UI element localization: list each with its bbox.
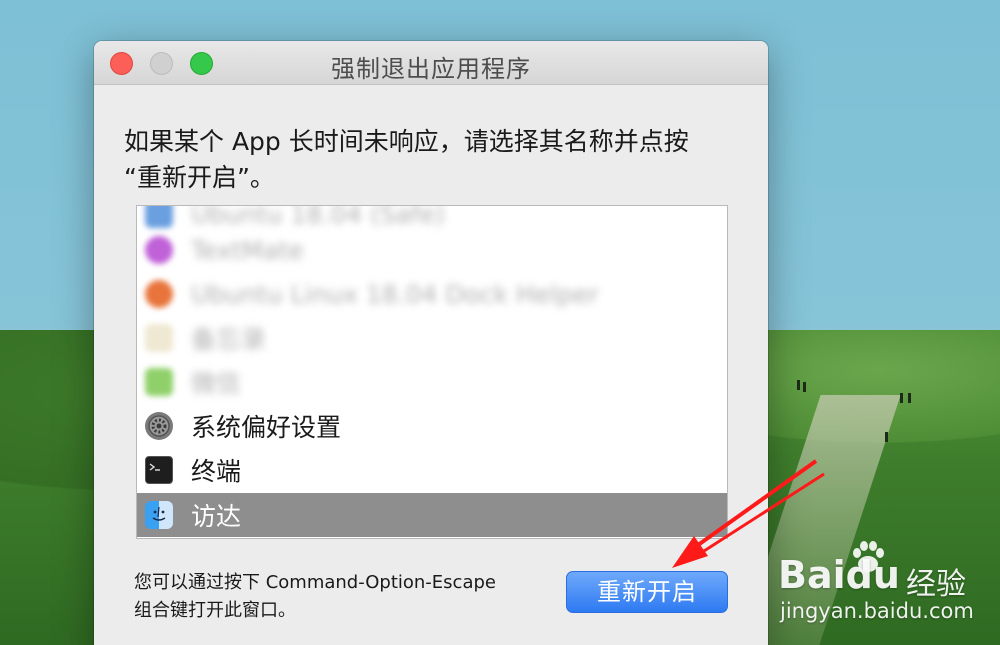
app-list-item-terminal[interactable]: 终端	[137, 448, 727, 492]
shortcut-hint-line-1: 您可以通过按下 Command-Option-Escape	[134, 572, 496, 593]
app-list-item-system-preferences[interactable]: 系统偏好设置	[137, 404, 727, 448]
app-list-item[interactable]: Ubuntu Linux 18.04 Dock Helper	[137, 272, 727, 316]
wallpaper-hiker	[900, 393, 903, 403]
wechat-icon	[145, 368, 173, 396]
app-list[interactable]: Ubuntu 18.04 (Safe) TextMate Ubuntu Linu…	[136, 205, 728, 539]
instruction-line-2: “重新开启”。	[124, 163, 275, 192]
watermark-brand: Baidu	[778, 553, 900, 597]
relaunch-button[interactable]: 重新开启	[566, 571, 728, 613]
terminal-icon	[145, 456, 173, 484]
title-bar[interactable]: 强制退出应用程序	[94, 41, 768, 85]
shortcut-hint: 您可以通过按下 Command-Option-Escape 组合键打开此窗口。	[134, 569, 496, 625]
app-list-item[interactable]: TextMate	[137, 228, 727, 272]
instruction-text: 如果某个 App 长时间未响应，请选择其名称并点按 “重新开启”。	[124, 124, 744, 196]
wallpaper-hiker	[797, 380, 800, 390]
window-title: 强制退出应用程序	[331, 55, 531, 83]
notes-icon	[145, 324, 173, 352]
instruction-line-1: 如果某个 App 长时间未响应，请选择其名称并点按	[124, 127, 689, 156]
app-list-item[interactable]: 微信	[137, 360, 727, 404]
app-icon-blue	[145, 206, 173, 228]
watermark-subtitle: 经验	[906, 567, 966, 602]
app-list-item-finder[interactable]: 访达	[137, 493, 727, 537]
force-quit-window: 强制退出应用程序 如果某个 App 长时间未响应，请选择其名称并点按 “重新开启…	[94, 41, 768, 645]
app-list-item[interactable]: 备忘录	[137, 316, 727, 360]
wallpaper-hiker	[885, 432, 888, 442]
gear-icon	[145, 412, 173, 440]
finder-icon	[145, 501, 173, 529]
app-icon-purple	[145, 236, 173, 264]
wallpaper-hiker	[908, 393, 911, 403]
baidu-jingyan-watermark: Baidu 经验 jingyan.baidu.com	[778, 535, 993, 625]
shortcut-hint-line-2: 组合键打开此窗口。	[134, 600, 296, 621]
wallpaper-hiker	[803, 382, 806, 392]
watermark-url: jingyan.baidu.com	[780, 599, 974, 623]
app-icon-orange	[145, 280, 173, 308]
